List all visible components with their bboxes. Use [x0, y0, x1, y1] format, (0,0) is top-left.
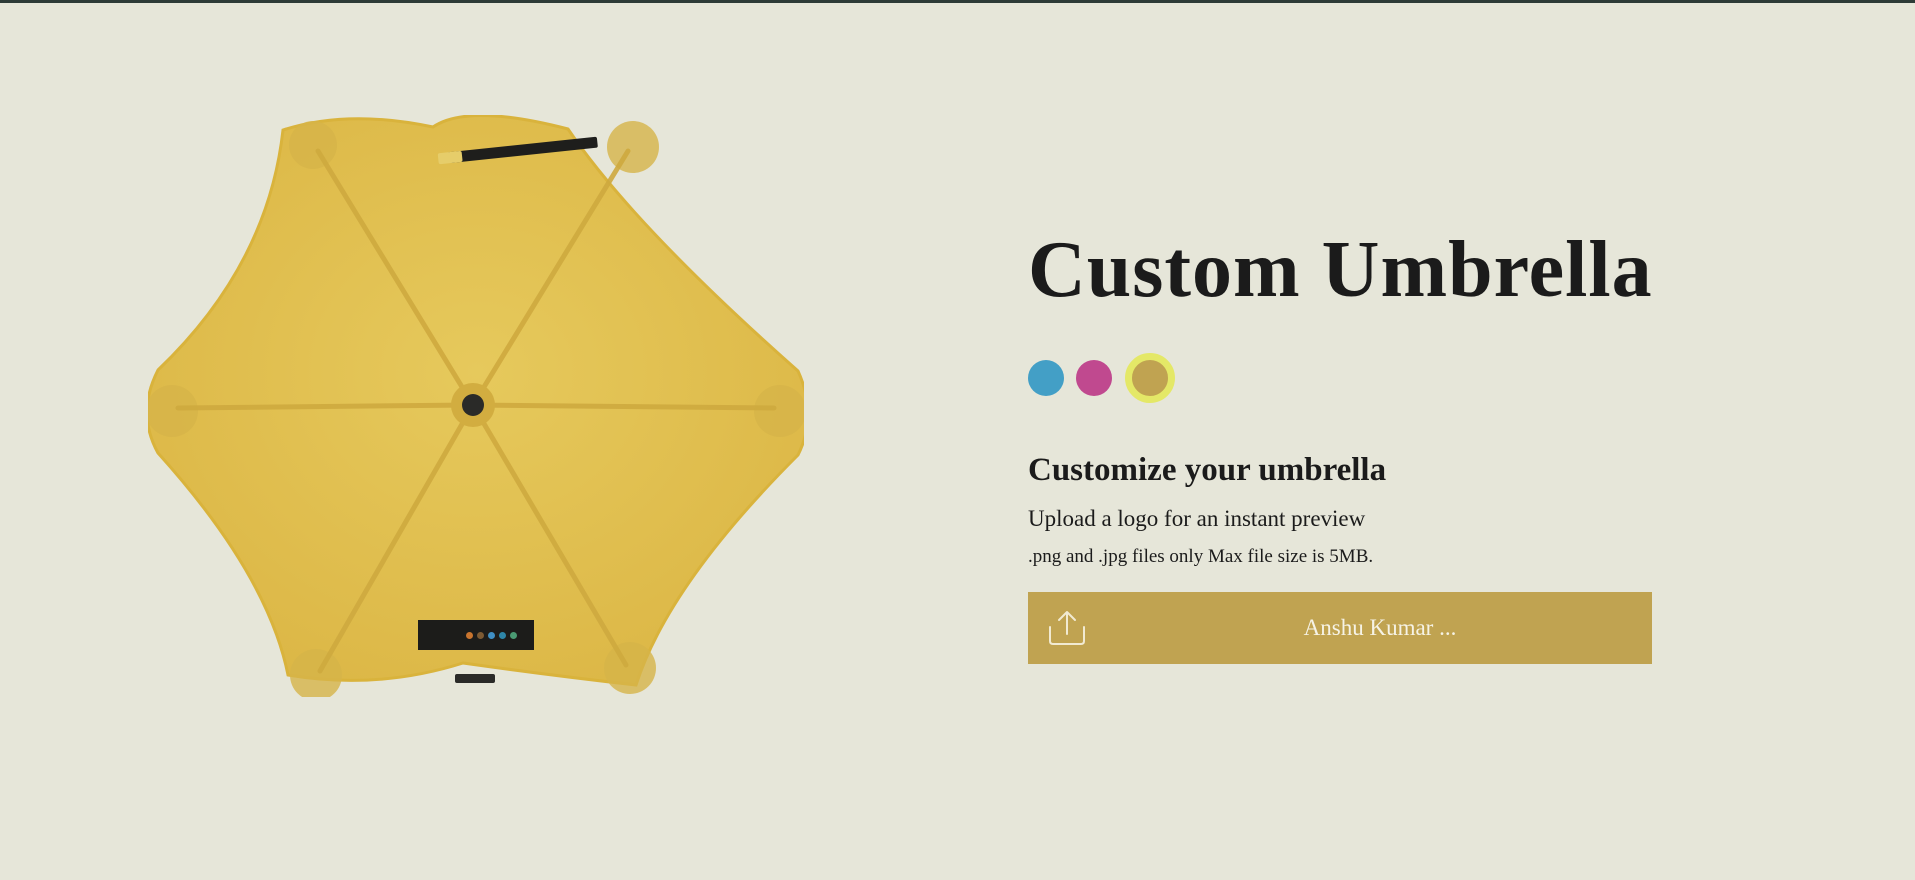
color-swatch-yellow[interactable] [1125, 353, 1175, 403]
umbrella-preview [148, 115, 804, 697]
top-border [0, 0, 1915, 3]
page-title: Custom Umbrella [1028, 226, 1653, 314]
umbrella-top-view-icon [148, 115, 804, 697]
logo-mark [476, 631, 484, 639]
upload-file-name: Anshu Kumar ... [1303, 615, 1457, 640]
upload-logo-button[interactable]: Anshu Kumar ... [1028, 592, 1652, 664]
logo-mark [487, 631, 495, 639]
color-swatch-blue[interactable] [1028, 360, 1064, 396]
customize-description: Upload a logo for an instant preview [1028, 506, 1366, 531]
file-requirements-note: .png and .jpg files only Max file size i… [1028, 546, 1374, 567]
color-swatch-pink[interactable] [1076, 360, 1112, 396]
upload-icon [1047, 609, 1087, 647]
uploaded-logo-preview [418, 620, 534, 650]
customize-heading: Customize your umbrella [1028, 452, 1387, 488]
logo-mark [498, 631, 506, 639]
logo-mark [465, 631, 473, 639]
product-panel: Custom Umbrella Customize your umbrella … [1028, 222, 1728, 664]
logo-mark [509, 631, 517, 639]
